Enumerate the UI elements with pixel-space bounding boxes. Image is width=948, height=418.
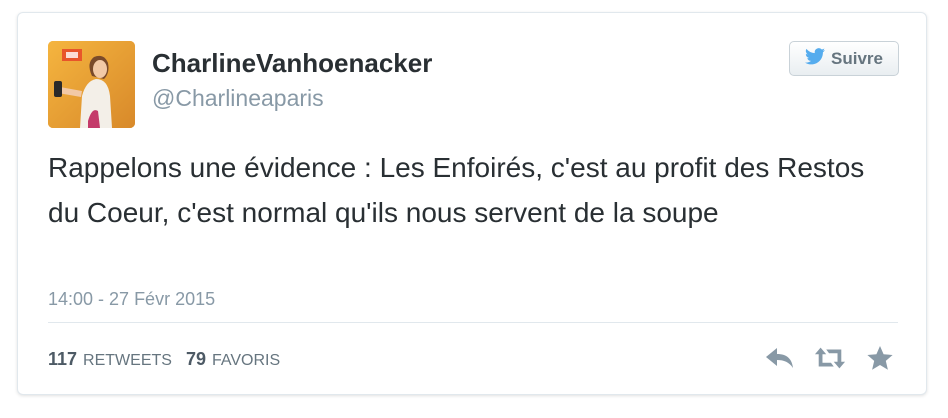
avatar-image — [48, 41, 135, 128]
tweet-timestamp[interactable]: 14:00 - 27 Févr 2015 — [48, 289, 215, 310]
tweet-text: Rappelons une évidence : Les Enfoirés, c… — [48, 152, 865, 228]
twitter-bird-icon — [805, 47, 825, 70]
tweet-card: CharlineVanhoenacker @Charlineaparis Sui… — [17, 12, 927, 395]
divider — [48, 322, 898, 323]
follow-button-label: Suivre — [831, 48, 883, 68]
retweet-icon[interactable] — [814, 344, 846, 372]
user-handle[interactable]: @Charlineaparis — [152, 85, 324, 112]
avatar[interactable] — [48, 41, 135, 128]
reply-icon[interactable] — [764, 344, 796, 372]
star-icon[interactable] — [864, 344, 896, 372]
favorites-count[interactable]: 79 — [186, 349, 206, 370]
display-name[interactable]: CharlineVanhoenacker — [152, 48, 432, 79]
follow-button[interactable]: Suivre — [789, 41, 899, 76]
tweet-stats: 117 RETWEETS 79 FAVORIS — [48, 349, 288, 370]
favorites-label[interactable]: FAVORIS — [212, 352, 280, 370]
retweets-label[interactable]: RETWEETS — [83, 352, 172, 370]
retweets-count[interactable]: 117 — [48, 349, 77, 370]
tweet-actions — [764, 344, 896, 372]
